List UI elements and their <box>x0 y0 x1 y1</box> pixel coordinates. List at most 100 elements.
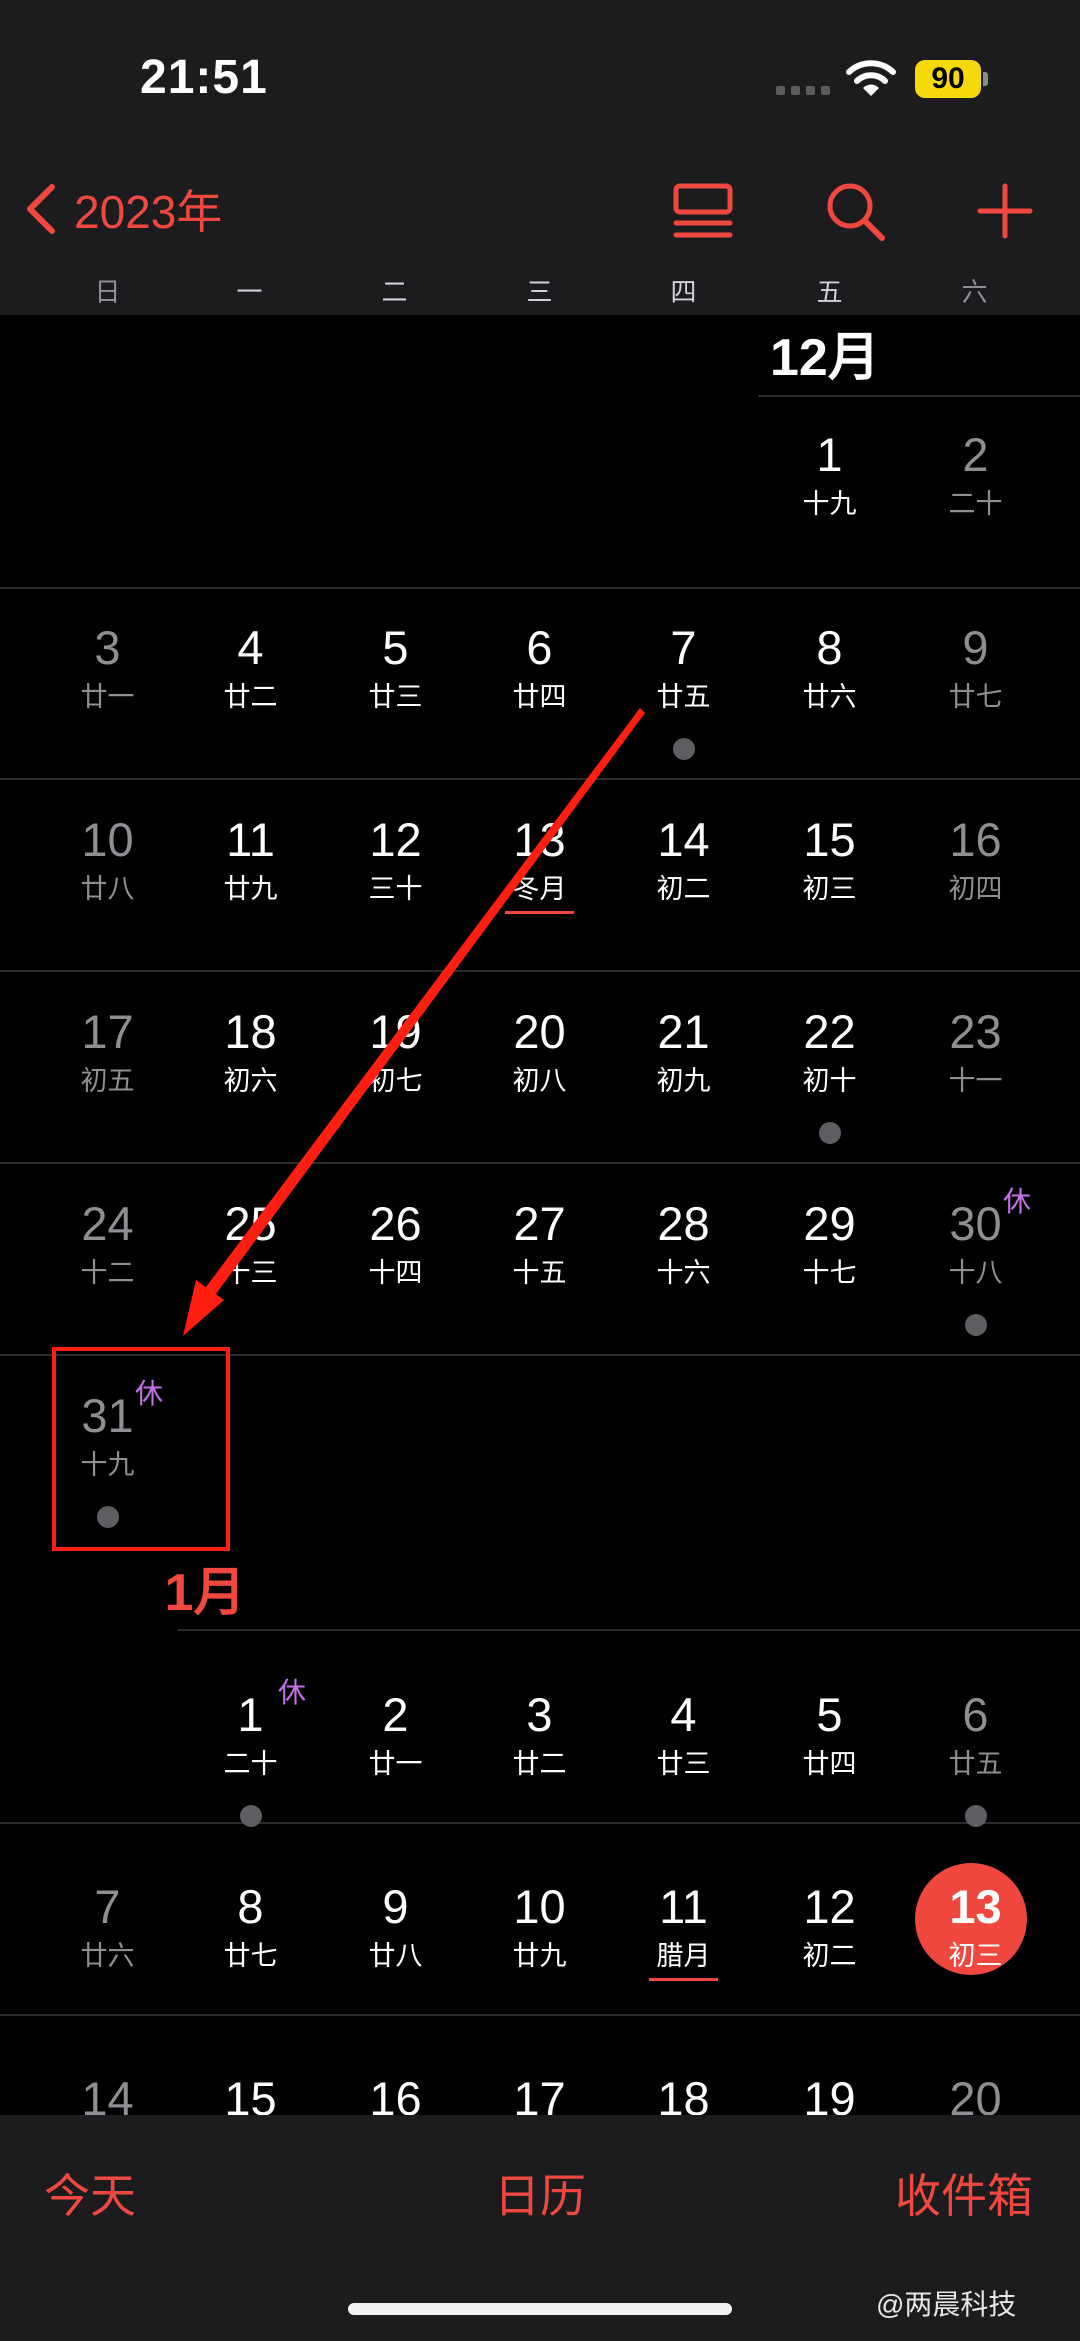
lunar-date: 初三 <box>802 874 857 904</box>
week-divider <box>758 395 1080 397</box>
day-cell[interactable]: 5 廿三 <box>323 618 468 808</box>
day-cell[interactable]: 20初十 <box>903 2069 1048 2115</box>
day-cell[interactable]: 7 廿六 <box>35 1877 180 2067</box>
tab-inbox[interactable]: 收件箱 <box>895 2160 1033 2226</box>
lunar-date: 二十 <box>223 1749 278 1779</box>
day-cell[interactable]: 20 初八 <box>467 1002 612 1192</box>
lunar-date: 十七 <box>802 1258 857 1288</box>
event-dot-icon <box>240 1805 262 1827</box>
day-cell[interactable]: 9 廿七 <box>903 618 1048 808</box>
day-number: 20 <box>949 2072 1002 2115</box>
back-to-year-button[interactable]: 2023年 <box>20 176 222 242</box>
day-cell[interactable]: 17 初五 <box>35 1002 180 1192</box>
day-cell[interactable]: 2 廿一 <box>323 1685 468 1875</box>
day-number: 6 <box>962 1688 989 1741</box>
day-cell[interactable]: 31 十九休 <box>35 1378 180 1576</box>
lunar-date: 初十 <box>802 1066 857 1096</box>
day-cell[interactable]: 30 十八休 <box>903 1186 1048 1384</box>
list-view-icon[interactable] <box>668 176 738 246</box>
day-cell[interactable]: 3 廿二 <box>467 1685 612 1875</box>
day-number: 8 <box>237 1880 264 1933</box>
day-cell[interactable]: 11 廿九 <box>178 810 323 1000</box>
day-cell[interactable]: 17初七 <box>467 2069 612 2115</box>
lunar-date: 十六 <box>656 1258 711 1288</box>
day-cell[interactable]: 29 十七 <box>757 1194 902 1384</box>
day-cell[interactable]: 8 廿七 <box>178 1877 323 2067</box>
wifi-icon <box>846 60 896 96</box>
day-cell[interactable]: 4 廿三 <box>611 1685 756 1875</box>
day-number: 10 <box>513 1880 566 1933</box>
day-cell[interactable]: 18初八 <box>611 2069 756 2115</box>
day-cell[interactable]: 15初五 <box>178 2069 323 2115</box>
lunar-date: 初五 <box>80 1066 135 1096</box>
day-cell[interactable]: 27 十五 <box>467 1194 612 1384</box>
tab-today[interactable]: 今天 <box>44 2160 136 2226</box>
day-cell[interactable]: 1 十九 <box>757 425 902 615</box>
event-dot-icon <box>819 1122 841 1144</box>
lunar-date: 初三 <box>948 1941 1003 1971</box>
day-cell[interactable]: 26 十四 <box>323 1194 468 1384</box>
day-number: 3 <box>94 621 121 674</box>
day-cell[interactable]: 10 廿九 <box>467 1877 612 2067</box>
day-cell[interactable]: 25 十三 <box>178 1194 323 1384</box>
lunar-date: 腊月 <box>656 1941 711 1971</box>
lunar-date: 十一 <box>948 1066 1003 1096</box>
day-cell[interactable]: 19初九 <box>757 2069 902 2115</box>
day-cell[interactable]: 10 廿八 <box>35 810 180 1000</box>
day-cell[interactable]: 12 初二 <box>757 1877 902 2067</box>
day-cell[interactable]: 5 廿四 <box>757 1685 902 1875</box>
day-cell[interactable]: 21 初九 <box>611 1002 756 1192</box>
home-indicator[interactable] <box>348 2303 732 2315</box>
day-number: 3 <box>526 1688 553 1741</box>
event-dot-icon <box>965 1805 987 1827</box>
day-number: 24 <box>81 1197 134 1250</box>
day-cell[interactable]: 4 廿二 <box>178 618 323 808</box>
day-cell-today[interactable]: 13 初三 <box>903 1863 1048 2067</box>
weekday-sun: 日 <box>94 277 121 307</box>
day-cell[interactable]: 16 初四 <box>903 810 1048 1000</box>
day-cell[interactable]: 8 廿六 <box>757 618 902 808</box>
lunar-date: 廿七 <box>948 682 1003 712</box>
weekday-header: 日 一 二 三 四 五 六 <box>0 272 1080 312</box>
day-cell[interactable]: 2 二十 <box>903 425 1048 615</box>
weekday-thu: 四 <box>670 277 697 307</box>
lunar-date: 廿五 <box>656 682 711 712</box>
day-cell[interactable]: 14 初二 <box>611 810 756 1000</box>
search-icon[interactable] <box>820 176 890 246</box>
day-number: 20 <box>513 1005 566 1058</box>
day-number: 15 <box>803 813 856 866</box>
day-cell[interactable]: 6 廿五 <box>903 1685 1048 1875</box>
event-dot-icon <box>965 1314 987 1336</box>
lunar-date: 廿八 <box>368 1941 423 1971</box>
day-cell[interactable]: 15 初三 <box>757 810 902 1000</box>
day-cell[interactable]: 19 初七 <box>323 1002 468 1192</box>
day-cell[interactable]: 6 廿四 <box>467 618 612 808</box>
day-cell[interactable]: 18 初六 <box>178 1002 323 1192</box>
day-cell[interactable]: 24 十二 <box>35 1194 180 1384</box>
day-number: 13 <box>949 1880 1002 1933</box>
day-number: 15 <box>224 2072 277 2115</box>
day-cell[interactable]: 1 二十休 <box>178 1677 323 1875</box>
lunar-date: 廿四 <box>802 1749 857 1779</box>
lunar-date: 初二 <box>802 1941 857 1971</box>
lunar-date: 初六 <box>223 1066 278 1096</box>
day-cell[interactable]: 13 冬月 <box>467 810 612 1000</box>
day-cell[interactable]: 14初四 <box>35 2069 180 2115</box>
tab-calendars[interactable]: 日历 <box>494 2160 586 2226</box>
day-number: 10 <box>81 813 134 866</box>
lunar-date: 廿九 <box>223 874 278 904</box>
day-cell[interactable]: 9 廿八 <box>323 1877 468 2067</box>
day-cell[interactable]: 7 廿五 <box>611 618 756 808</box>
day-cell[interactable]: 22 初十 <box>757 1002 902 1192</box>
day-cell[interactable]: 12 三十 <box>323 810 468 1000</box>
day-number: 7 <box>670 621 697 674</box>
lunar-date: 十三 <box>223 1258 278 1288</box>
lunar-date: 初四 <box>948 874 1003 904</box>
day-cell[interactable]: 11 腊月 <box>611 1877 756 2067</box>
add-event-icon[interactable] <box>970 176 1040 246</box>
day-cell[interactable]: 3 廿一 <box>35 618 180 808</box>
day-number: 12 <box>369 813 422 866</box>
day-cell[interactable]: 28 十六 <box>611 1194 756 1384</box>
day-cell[interactable]: 16初六 <box>323 2069 468 2115</box>
day-cell[interactable]: 23 十一 <box>903 1002 1048 1192</box>
